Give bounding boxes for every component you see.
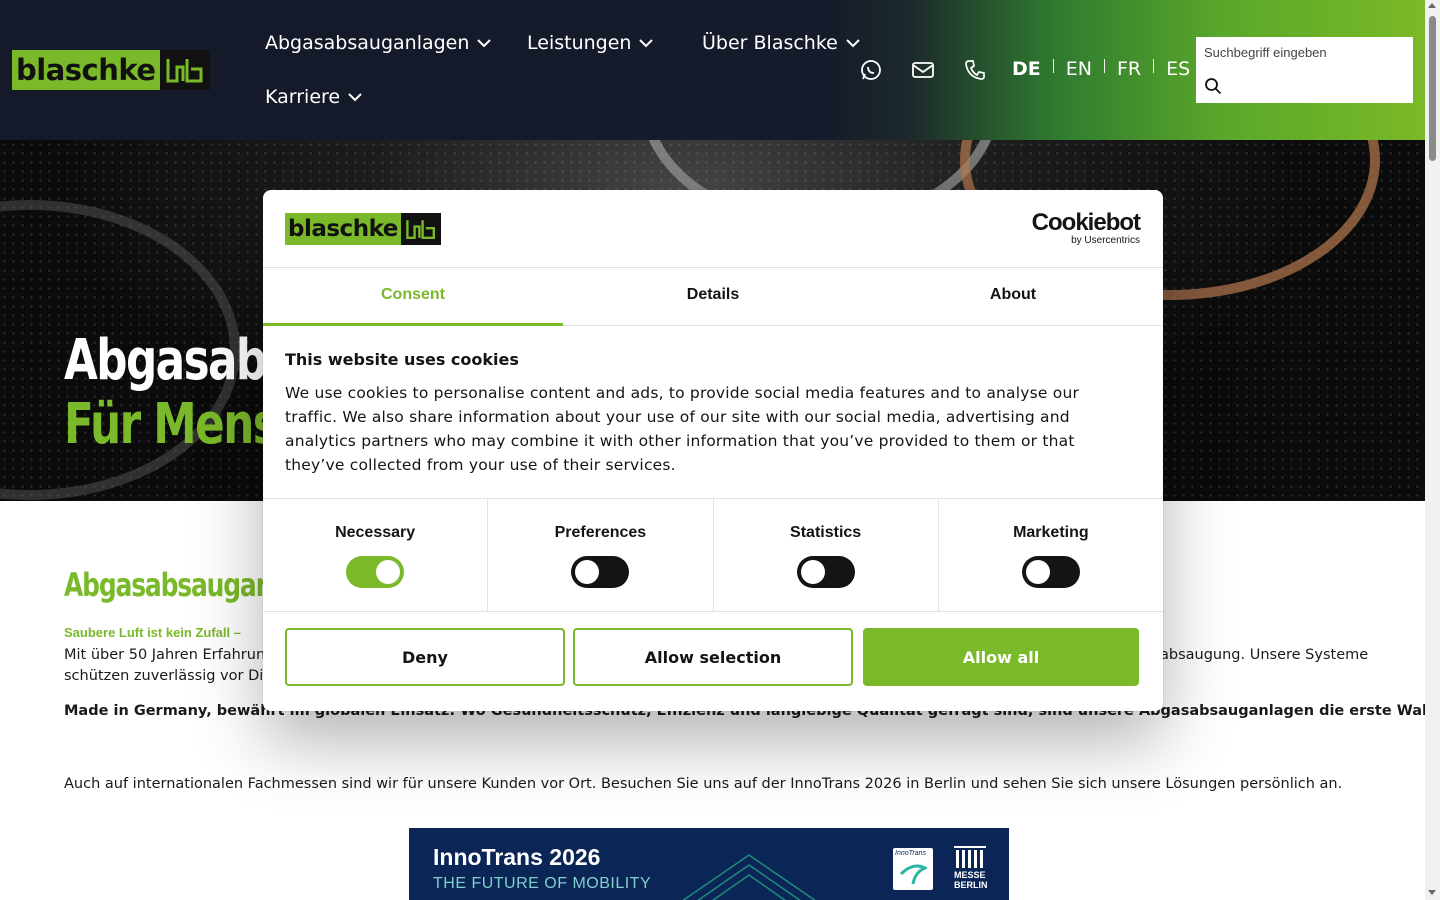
search-icon[interactable]: [1202, 75, 1224, 97]
switch-knob: [575, 560, 600, 584]
scroll-down-icon[interactable]: [1428, 890, 1436, 895]
nav-label: Abgasabsauganlagen: [265, 32, 470, 54]
search-input[interactable]: [1226, 75, 1406, 97]
nav-label: Über Blaschke: [702, 32, 838, 54]
search-box: Suchbegriff eingeben: [1196, 37, 1413, 103]
messe-columns-icon: [954, 846, 986, 868]
toggle-necessary: Necessary: [263, 499, 489, 611]
cookiebot-by: by Usercentrics: [1071, 235, 1140, 246]
site-header: blaschke Abgasabsauganlagen Leistungen Ü…: [0, 0, 1425, 140]
nav-item-karriere[interactable]: Karriere: [265, 86, 362, 108]
section-heading: Abgasabsauganl: [64, 566, 281, 604]
page-scrollbar[interactable]: [1425, 0, 1440, 900]
nav-item-leistungen[interactable]: Leistungen: [527, 32, 654, 54]
scroll-up-icon[interactable]: [1428, 3, 1436, 8]
logo-wordmark: blaschke: [285, 213, 401, 245]
paragraph-fragment: absaugung. Unsere Systeme: [1160, 647, 1369, 663]
logo-wordmark: blaschke: [12, 50, 160, 90]
nav-item-ueber-blaschke[interactable]: Über Blaschke: [702, 32, 860, 54]
divider: [1153, 59, 1155, 73]
necessary-switch[interactable]: [346, 556, 405, 588]
innotrans-logo-text: InnoTrans: [895, 850, 926, 857]
messe-berlin-logo: MESSE BERLIN: [954, 846, 992, 894]
allow-selection-button[interactable]: Allow selection: [573, 628, 853, 686]
innotrans-mark-icon: [899, 864, 927, 885]
contact-icons: [860, 58, 986, 82]
lang-es[interactable]: ES: [1166, 58, 1190, 80]
switch-knob: [1025, 560, 1050, 584]
logo-mark-icon: [400, 213, 441, 245]
marketing-switch[interactable]: [1021, 556, 1080, 588]
nav-label: Leistungen: [527, 32, 632, 54]
search-label: Suchbegriff eingeben: [1204, 45, 1327, 60]
dialog-body: This website uses cookies We use cookies…: [285, 350, 1105, 477]
preferences-switch[interactable]: [571, 556, 630, 588]
dialog-text: We use cookies to personalise content an…: [285, 384, 1080, 474]
cookiebot-logo[interactable]: Cookiebot by Usercentrics: [1031, 209, 1141, 247]
lang-en[interactable]: EN: [1066, 58, 1092, 80]
statistics-switch[interactable]: [796, 556, 855, 588]
innotrans-banner[interactable]: InnoTrans 2026 THE FUTURE OF MOBILITY In…: [409, 828, 1009, 900]
toggle-marketing: Marketing: [939, 499, 1163, 611]
mail-icon[interactable]: [912, 58, 934, 82]
toggle-preferences: Preferences: [488, 499, 714, 611]
whatsapp-icon[interactable]: [860, 58, 882, 82]
messe-text: Auch auf internationalen Fachmessen sind…: [64, 776, 1343, 792]
banner-title: InnoTrans 2026: [433, 844, 601, 870]
dialog-header: blaschke Cookiebot by Usercentrics: [263, 190, 1163, 268]
language-switcher: DE EN FR ES: [1012, 58, 1190, 80]
dialog-logo: blaschke: [285, 213, 441, 245]
tab-about[interactable]: About: [863, 268, 1163, 325]
lang-fr[interactable]: FR: [1117, 58, 1141, 80]
section-lead: Saubere Luft ist kein Zufall –: [64, 625, 241, 640]
dialog-title: This website uses cookies: [285, 350, 519, 369]
chevron-down-icon: [477, 39, 492, 48]
banner-subtitle: THE FUTURE OF MOBILITY: [433, 875, 652, 892]
cookie-consent-dialog: blaschke Cookiebot by Usercentrics Conse…: [263, 190, 1163, 711]
hero-title: Abgasabs: [64, 328, 292, 393]
toggle-label: Marketing: [1013, 524, 1089, 541]
allow-all-button[interactable]: Allow all: [863, 628, 1139, 686]
chevron-down-icon: [639, 39, 654, 48]
toggle-statistics: Statistics: [714, 499, 939, 611]
chevron-down-icon: [348, 93, 362, 102]
banner-decor: [682, 854, 816, 900]
consent-toggles: Necessary Preferences Statistics Marketi…: [263, 498, 1163, 612]
lang-de[interactable]: DE: [1012, 58, 1041, 80]
chevron-down-icon: [846, 39, 860, 48]
nav-label: Karriere: [265, 86, 341, 108]
innotrans-logo: InnoTrans: [893, 848, 933, 890]
cookiebot-name: Cookiebot: [1031, 209, 1141, 236]
nav-item-abgasabsauganlagen[interactable]: Abgasabsauganlagen: [265, 32, 492, 54]
logo-mark-icon: [159, 50, 210, 90]
tab-consent[interactable]: Consent: [263, 268, 563, 326]
switch-knob: [376, 560, 401, 584]
dialog-buttons: Deny Allow selection Allow all: [285, 628, 1141, 686]
divider: [1103, 59, 1105, 73]
switch-knob: [800, 560, 825, 584]
deny-button[interactable]: Deny: [285, 628, 565, 686]
toggle-label: Necessary: [335, 524, 416, 541]
site-logo[interactable]: blaschke: [12, 50, 210, 90]
scroll-thumb[interactable]: [1429, 16, 1436, 161]
messe-berlin-text: MESSE BERLIN: [954, 870, 988, 890]
divider: [1052, 59, 1054, 73]
dialog-tabs: Consent Details About: [263, 268, 1163, 326]
phone-icon[interactable]: [964, 58, 986, 82]
toggle-label: Statistics: [790, 524, 862, 541]
toggle-label: Preferences: [554, 524, 647, 541]
tab-details[interactable]: Details: [563, 268, 863, 325]
